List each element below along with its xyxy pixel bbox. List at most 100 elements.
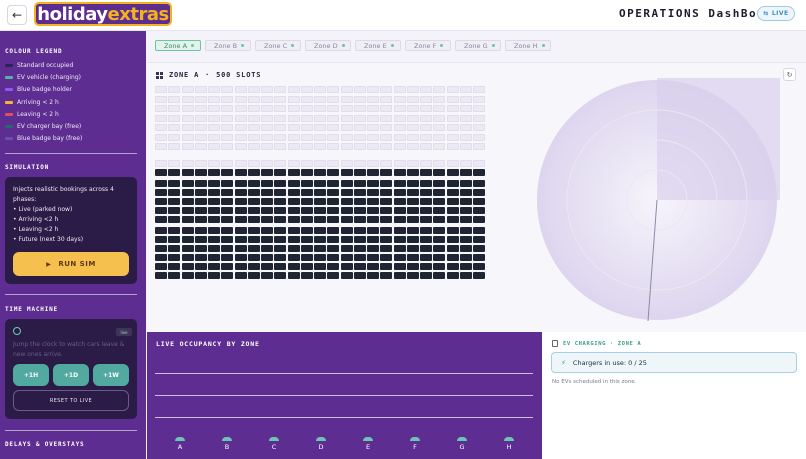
parking-slot[interactable]: [300, 124, 313, 131]
parking-slot[interactable]: [155, 142, 167, 150]
parking-slot[interactable]: [406, 189, 419, 196]
parking-slot[interactable]: [274, 198, 287, 205]
parking-slot[interactable]: [261, 86, 273, 93]
parking-slot[interactable]: [208, 124, 220, 131]
parking-slot[interactable]: [393, 133, 406, 141]
parking-slot[interactable]: [380, 207, 393, 214]
parking-slot[interactable]: [327, 263, 340, 270]
parking-slot[interactable]: [194, 198, 207, 205]
parking-slot[interactable]: [247, 133, 260, 141]
parking-slot[interactable]: [433, 95, 446, 103]
parking-slot[interactable]: [314, 227, 326, 234]
parking-slot[interactable]: [208, 95, 220, 103]
parking-slot[interactable]: [340, 227, 353, 234]
parking-slot[interactable]: [168, 189, 181, 196]
parking-slot[interactable]: [194, 263, 207, 270]
parking-slot[interactable]: [181, 207, 194, 214]
parking-slot[interactable]: [473, 254, 485, 261]
parking-slot[interactable]: [155, 236, 167, 243]
parking-slot[interactable]: [406, 142, 419, 150]
parking-slot[interactable]: [420, 114, 432, 122]
parking-slot[interactable]: [380, 227, 393, 234]
parking-slot[interactable]: [247, 169, 260, 176]
parking-slot[interactable]: [287, 180, 300, 187]
parking-slot[interactable]: [208, 160, 220, 167]
parking-slot[interactable]: [406, 114, 419, 122]
parking-slot[interactable]: [287, 254, 300, 261]
parking-slot[interactable]: [473, 169, 485, 176]
parking-slot[interactable]: [367, 227, 379, 234]
parking-slot[interactable]: [194, 189, 207, 196]
parking-slot[interactable]: [314, 272, 326, 279]
parking-slot[interactable]: [380, 86, 393, 93]
parking-slot[interactable]: [194, 169, 207, 176]
parking-slot[interactable]: [340, 216, 353, 223]
parking-slot[interactable]: [459, 160, 472, 167]
parking-slot[interactable]: [340, 263, 353, 270]
parking-slot[interactable]: [261, 124, 273, 131]
parking-slot[interactable]: [221, 189, 234, 196]
parking-slot[interactable]: [380, 142, 393, 150]
parking-slot[interactable]: [327, 95, 340, 103]
parking-slot[interactable]: [367, 105, 379, 112]
parking-slot[interactable]: [221, 263, 234, 270]
parking-slot[interactable]: [314, 245, 326, 252]
parking-slot[interactable]: [459, 198, 472, 205]
parking-slot[interactable]: [473, 133, 485, 141]
parking-slot[interactable]: [393, 216, 406, 223]
parking-slot[interactable]: [208, 245, 220, 252]
parking-slot[interactable]: [287, 133, 300, 141]
parking-slot[interactable]: [300, 198, 313, 205]
parking-slot[interactable]: [420, 142, 432, 150]
parking-slot[interactable]: [446, 114, 459, 122]
parking-slot[interactable]: [340, 124, 353, 131]
parking-slot[interactable]: [274, 124, 287, 131]
parking-slot[interactable]: [353, 189, 366, 196]
parking-slot[interactable]: [446, 180, 459, 187]
parking-slot[interactable]: [300, 263, 313, 270]
parking-slot[interactable]: [234, 207, 247, 214]
parking-slot[interactable]: [353, 114, 366, 122]
parking-slot[interactable]: [194, 95, 207, 103]
parking-slot[interactable]: [420, 207, 432, 214]
parking-slot[interactable]: [300, 272, 313, 279]
parking-slot[interactable]: [473, 142, 485, 150]
parking-slot[interactable]: [194, 114, 207, 122]
parking-slot[interactable]: [446, 124, 459, 131]
jump-1w-button[interactable]: +1W: [93, 364, 129, 386]
parking-slot[interactable]: [274, 245, 287, 252]
parking-slot[interactable]: [340, 180, 353, 187]
parking-slot[interactable]: [420, 245, 432, 252]
parking-slot[interactable]: [221, 86, 234, 93]
parking-slot[interactable]: [208, 114, 220, 122]
parking-slot[interactable]: [155, 169, 167, 176]
parking-slot[interactable]: [353, 272, 366, 279]
parking-slot[interactable]: [208, 105, 220, 112]
parking-slot[interactable]: [314, 254, 326, 261]
parking-slot[interactable]: [340, 105, 353, 112]
parking-slot[interactable]: [314, 236, 326, 243]
parking-slot[interactable]: [380, 105, 393, 112]
parking-slot[interactable]: [181, 198, 194, 205]
parking-slot[interactable]: [287, 198, 300, 205]
parking-slot[interactable]: [287, 169, 300, 176]
parking-slot[interactable]: [367, 236, 379, 243]
parking-slot[interactable]: [406, 263, 419, 270]
parking-slot[interactable]: [327, 142, 340, 150]
parking-slot[interactable]: [194, 124, 207, 131]
parking-slot[interactable]: [247, 263, 260, 270]
parking-slot[interactable]: [380, 180, 393, 187]
parking-slot[interactable]: [221, 272, 234, 279]
parking-slot[interactable]: [287, 86, 300, 93]
parking-slot[interactable]: [287, 105, 300, 112]
parking-slot[interactable]: [380, 198, 393, 205]
parking-slot[interactable]: [168, 95, 181, 103]
parking-slot[interactable]: [234, 95, 247, 103]
parking-slot[interactable]: [247, 236, 260, 243]
parking-slot[interactable]: [327, 86, 340, 93]
parking-slot[interactable]: [247, 189, 260, 196]
parking-slot[interactable]: [234, 189, 247, 196]
parking-slot[interactable]: [181, 245, 194, 252]
parking-slot[interactable]: [155, 133, 167, 141]
parking-slot[interactable]: [234, 142, 247, 150]
